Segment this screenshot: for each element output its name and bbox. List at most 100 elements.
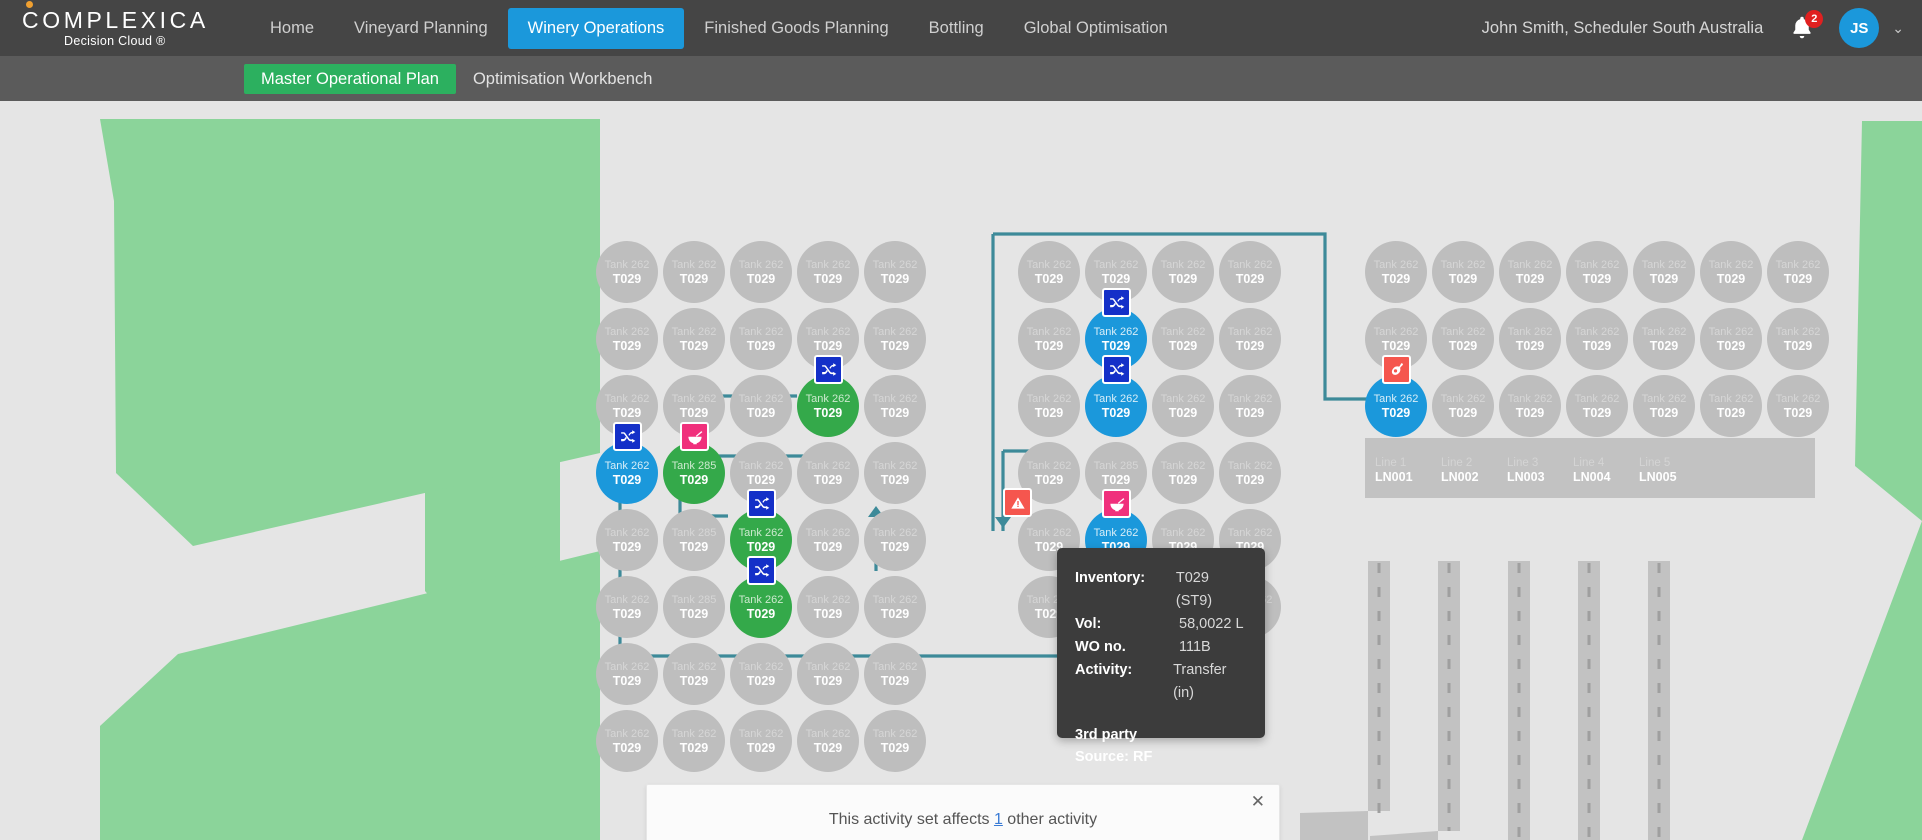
brand-logo[interactable]: COMPLEXICA Decision Cloud ®	[0, 1, 220, 48]
tank-activity-badge-bottle[interactable]	[1382, 355, 1411, 384]
subnav-item-optimisation-workbench[interactable]: Optimisation Workbench	[456, 64, 669, 94]
tank-node[interactable]: Tank 262T029	[1152, 375, 1214, 437]
tank-node[interactable]: Tank 262T029	[1566, 375, 1628, 437]
tank-node[interactable]: Tank 262T029	[663, 241, 725, 303]
bottling-line-LN002[interactable]: Line 2 LN002	[1441, 456, 1479, 485]
tank-node[interactable]: Tank 262T029	[1152, 308, 1214, 370]
tank-node[interactable]: Tank 262T029	[1152, 442, 1214, 504]
tank-node[interactable]: Tank 262T029	[730, 308, 792, 370]
tank-node[interactable]: Tank 262T029	[1219, 241, 1281, 303]
avatar[interactable]: JS	[1839, 8, 1880, 48]
tank-node[interactable]: Tank 262T029	[730, 375, 792, 437]
tank-node[interactable]: Tank 262T029	[864, 241, 926, 303]
tank-node[interactable]: Tank 262T029	[864, 643, 926, 705]
tank-activity-badge-shuffle[interactable]	[613, 422, 642, 451]
tank-activity-badge-shuffle[interactable]	[814, 355, 843, 384]
banner-affected-link[interactable]: 1	[994, 811, 1003, 828]
chevron-down-icon[interactable]: ⌄	[1892, 20, 1904, 37]
tank-node[interactable]: Tank 262T029	[1365, 241, 1427, 303]
tank-node[interactable]: Tank 262T029	[1018, 241, 1080, 303]
tank-node[interactable]: Tank 262T029	[797, 576, 859, 638]
tank-node[interactable]: Tank 262T029	[730, 241, 792, 303]
tank-node[interactable]: Tank 262T029	[596, 241, 658, 303]
tank-node[interactable]: Tank 262T029	[596, 308, 658, 370]
tank-node[interactable]: Tank 262T029	[1767, 308, 1829, 370]
tank-node[interactable]: Tank 262T029	[1767, 375, 1829, 437]
tank-node[interactable]: Tank 262T029	[596, 509, 658, 571]
tank-node[interactable]: Tank 262T029	[596, 643, 658, 705]
tank-node[interactable]: Tank 262T029	[864, 710, 926, 772]
tank-node[interactable]: Tank 262T029	[864, 375, 926, 437]
tank-node[interactable]: Tank 262T029	[730, 643, 792, 705]
tank-activity-badge-shuffle[interactable]	[1102, 288, 1131, 317]
tank-node[interactable]: Tank 262T029	[1219, 442, 1281, 504]
bottling-line-LN004[interactable]: Line 4 LN004	[1573, 456, 1611, 485]
tank-node[interactable]: Tank 262T029	[1018, 308, 1080, 370]
bottling-line-LN005[interactable]: Line 5 LN005	[1639, 456, 1677, 485]
tank-node[interactable]: Tank 262T029	[797, 509, 859, 571]
nav-item-finished-goods-planning[interactable]: Finished Goods Planning	[684, 8, 908, 49]
tank-node[interactable]: Tank 262T029	[1566, 241, 1628, 303]
tank-node[interactable]: Tank 262T029	[1432, 375, 1494, 437]
tank-node[interactable]: Tank 262T029	[1219, 308, 1281, 370]
tank-name: Tank 262	[671, 660, 717, 673]
tank-node[interactable]: Tank 262T029	[596, 710, 658, 772]
tank-node[interactable]: Tank 262T029	[864, 442, 926, 504]
bottling-line-LN003[interactable]: Line 3 LN003	[1507, 456, 1545, 485]
tank-node[interactable]: Tank 262T029	[1018, 375, 1080, 437]
tank-node[interactable]: Tank 262T029	[864, 576, 926, 638]
tank-node[interactable]: Tank 262T029	[1700, 241, 1762, 303]
tank-name: Tank 262	[805, 660, 851, 673]
tank-node[interactable]: Tank 262T029	[663, 308, 725, 370]
tank-activity-badge-mortar[interactable]	[1102, 489, 1131, 518]
alert-warning-badge[interactable]	[1003, 488, 1032, 517]
tank-node[interactable]: Tank 262T029	[663, 643, 725, 705]
tank-node[interactable]: Tank 262T029	[864, 509, 926, 571]
subnav-item-master-operational-plan[interactable]: Master Operational Plan	[244, 63, 456, 94]
tank-node[interactable]: Tank 262T029	[1767, 241, 1829, 303]
tank-node[interactable]: Tank 262T029	[1700, 308, 1762, 370]
tank-node[interactable]: Tank 262T029	[1365, 375, 1427, 437]
tank-node[interactable]: Tank 262T029	[730, 576, 792, 638]
tank-activity-badge-shuffle[interactable]	[747, 489, 776, 518]
winery-map-canvas[interactable]: Line 1 LN001 Line 2 LN002 Line 3 LN003 Line 4L…	[0, 101, 1922, 840]
tank-node[interactable]: Tank 262T029	[797, 375, 859, 437]
tank-activity-badge-mortar[interactable]	[680, 422, 709, 451]
tank-node[interactable]: Tank 262T029	[797, 241, 859, 303]
nav-item-global-optimisation[interactable]: Global Optimisation	[1004, 8, 1188, 49]
tank-node[interactable]: Tank 262T029	[1633, 308, 1695, 370]
tank-node[interactable]: Tank 262T029	[797, 442, 859, 504]
tank-node[interactable]: Tank 262T029	[1499, 375, 1561, 437]
tank-node[interactable]: Tank 262T029	[864, 308, 926, 370]
nav-item-home[interactable]: Home	[250, 8, 334, 49]
tank-node[interactable]: Tank 262T029	[1633, 375, 1695, 437]
tank-node[interactable]: Tank 285T029	[663, 442, 725, 504]
tank-node[interactable]: Tank 262T029	[1499, 308, 1561, 370]
nav-item-winery-operations[interactable]: Winery Operations	[507, 7, 685, 49]
tank-code: T029	[1448, 271, 1478, 286]
tank-node[interactable]: Tank 285T029	[663, 576, 725, 638]
tank-node[interactable]: Tank 262T029	[730, 710, 792, 772]
close-icon[interactable]: ✕	[1251, 793, 1265, 811]
tank-activity-badge-shuffle[interactable]	[1102, 355, 1131, 384]
tank-node[interactable]: Tank 262T029	[596, 576, 658, 638]
tank-node[interactable]: Tank 262T029	[797, 643, 859, 705]
nav-item-bottling[interactable]: Bottling	[909, 8, 1004, 49]
tank-node[interactable]: Tank 262T029	[1700, 375, 1762, 437]
tank-node[interactable]: Tank 262T029	[1566, 308, 1628, 370]
tank-node[interactable]: Tank 262T029	[1432, 241, 1494, 303]
tank-node[interactable]: Tank 262T029	[663, 710, 725, 772]
nav-item-vineyard-planning[interactable]: Vineyard Planning	[334, 8, 508, 49]
tank-node[interactable]: Tank 285T029	[663, 509, 725, 571]
tank-node[interactable]: Tank 262T029	[797, 710, 859, 772]
tank-node[interactable]: Tank 262T029	[596, 442, 658, 504]
tank-activity-badge-shuffle[interactable]	[747, 556, 776, 585]
tank-node[interactable]: Tank 262T029	[1499, 241, 1561, 303]
notifications-button[interactable]: 2	[1787, 10, 1824, 43]
tank-node[interactable]: Tank 262T029	[1085, 375, 1147, 437]
bottling-line-LN001[interactable]: Line 1 LN001	[1375, 456, 1413, 485]
tank-node[interactable]: Tank 262T029	[1219, 375, 1281, 437]
tank-node[interactable]: Tank 262T029	[1432, 308, 1494, 370]
tank-node[interactable]: Tank 262T029	[1633, 241, 1695, 303]
tank-node[interactable]: Tank 262T029	[1152, 241, 1214, 303]
